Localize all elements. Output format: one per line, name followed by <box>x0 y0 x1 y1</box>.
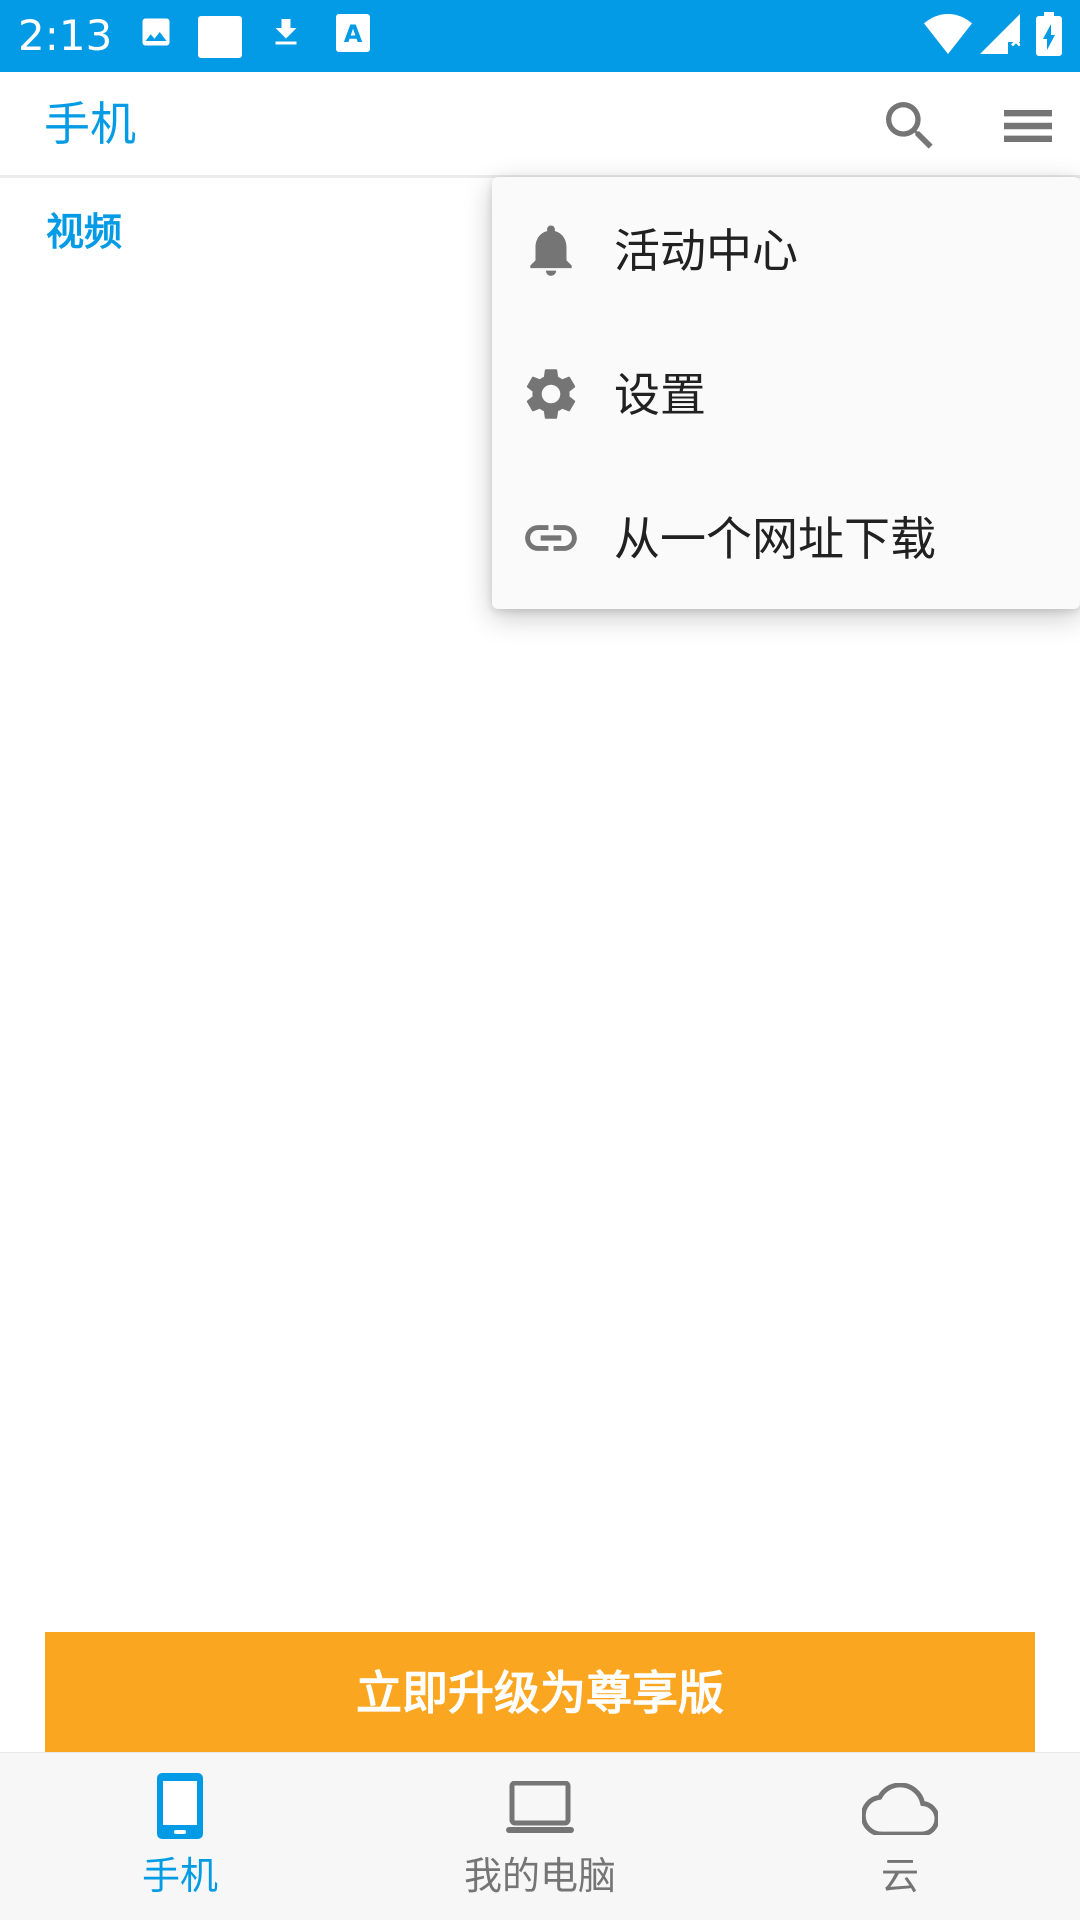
menu-item-download-from-url[interactable]: 从一个网址下载 <box>492 465 1080 609</box>
gear-icon <box>520 363 582 425</box>
link-icon <box>520 507 582 569</box>
nav-item-my-computer[interactable]: 我的电脑 <box>360 1753 720 1920</box>
popup-menu: 活动中心 设置 从一个网址下载 <box>492 177 1080 609</box>
nav-item-label: 手机 <box>141 1854 218 1898</box>
bell-icon <box>520 219 582 281</box>
hamburger-menu-icon <box>996 94 1060 158</box>
laptop-icon <box>506 1781 574 1835</box>
menu-item-label: 设置 <box>614 368 706 422</box>
svg-text:A: A <box>344 20 363 48</box>
cellular-signal-icon <box>980 14 1020 54</box>
nav-item-label: 我的电脑 <box>463 1854 616 1898</box>
wifi-icon <box>924 14 972 54</box>
cloud-icon <box>862 1783 938 1835</box>
overflow-menu-button[interactable] <box>996 94 1060 158</box>
battery-charging-icon <box>1036 12 1062 56</box>
upgrade-button[interactable]: 立即升级为尊享版 <box>45 1632 1035 1754</box>
search-button[interactable] <box>878 94 942 158</box>
download-icon <box>268 14 304 54</box>
search-icon <box>878 94 942 158</box>
nav-item-label: 云 <box>880 1854 919 1898</box>
status-bar: 2:13 A <box>0 0 1080 72</box>
menu-item-activity-center[interactable]: 活动中心 <box>492 177 1080 321</box>
menu-item-settings[interactable]: 设置 <box>492 321 1080 465</box>
phone-icon <box>157 1773 203 1839</box>
app-bar: 手机 <box>0 72 1080 178</box>
screen: 2:13 A 手机 视频 活动中心 设置 从一个网址下载 立即升级为尊享版 手机… <box>0 0 1080 1920</box>
menu-item-label: 从一个网址下载 <box>614 512 936 566</box>
section-header-videos[interactable]: 视频 <box>46 206 122 258</box>
nav-item-phone[interactable]: 手机 <box>0 1753 360 1920</box>
page-title: 手机 <box>44 97 136 151</box>
image-icon <box>138 14 174 50</box>
blank-square-icon <box>198 16 242 58</box>
status-time: 2:13 <box>18 11 113 60</box>
bottom-navigation: 手机 我的电脑 云 <box>0 1752 1080 1920</box>
menu-item-label: 活动中心 <box>614 224 798 278</box>
text-a-icon: A <box>336 14 370 52</box>
nav-item-cloud[interactable]: 云 <box>720 1753 1080 1920</box>
